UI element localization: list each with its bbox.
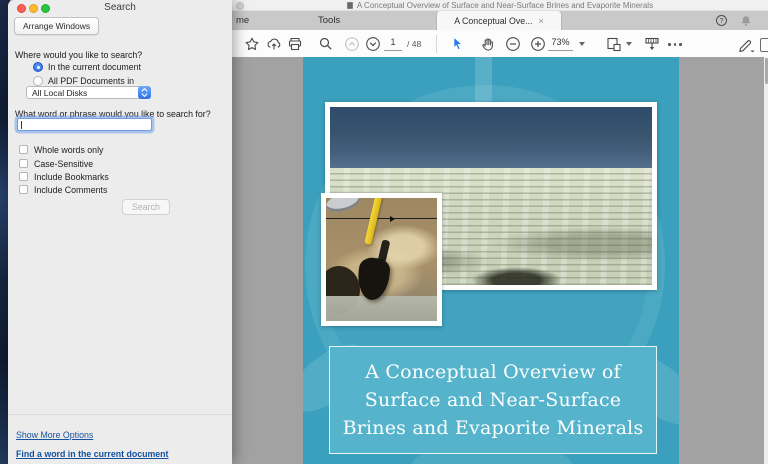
photo-shovel-handle bbox=[364, 198, 383, 245]
radio-all-pdf-label: All PDF Documents in bbox=[48, 76, 134, 86]
zoom-in-icon[interactable] bbox=[530, 36, 546, 52]
toolbar: 1 / 48 73% bbox=[232, 30, 768, 58]
search-window-titlebar[interactable]: Search bbox=[8, 0, 232, 14]
checkbox-icon[interactable] bbox=[19, 185, 28, 194]
find-word-link[interactable]: Find a word in the current document bbox=[16, 449, 169, 459]
checkbox-include-comments[interactable]: Include Comments bbox=[19, 184, 107, 195]
text-caret bbox=[21, 121, 22, 129]
search-input[interactable] bbox=[17, 118, 152, 131]
search-icon[interactable] bbox=[318, 36, 334, 52]
checkbox-label: Include Bookmarks bbox=[34, 172, 109, 182]
photo-boot bbox=[326, 198, 362, 215]
acrobat-window-title: A Conceptual Overview of Surface and Nea… bbox=[357, 1, 653, 10]
screen: Search Arrange Windows Where would you l… bbox=[0, 0, 768, 464]
share-icon-partial[interactable] bbox=[760, 38, 768, 52]
document-viewer[interactable]: A Conceptual Overview of Surface and Nea… bbox=[232, 57, 768, 464]
tab-tools[interactable]: Tools bbox=[318, 11, 340, 30]
radio-in-current-document[interactable]: In the current document bbox=[33, 61, 141, 72]
scrollbar-thumb[interactable] bbox=[765, 58, 768, 84]
favorite-star-icon[interactable] bbox=[244, 36, 260, 52]
tab-bar: me Tools A Conceptual Ove... × ? bbox=[232, 11, 768, 30]
radio-selected-icon[interactable] bbox=[33, 62, 43, 72]
zoom-dropdown-caret-icon[interactable] bbox=[579, 42, 585, 46]
pdf-page: A Conceptual Overview of Surface and Nea… bbox=[303, 57, 679, 464]
page-count-label: / 48 bbox=[407, 39, 421, 49]
zoom-level-value[interactable]: 73% bbox=[548, 37, 573, 51]
search-window-title: Search bbox=[8, 2, 232, 13]
select-tool-pointer-icon[interactable] bbox=[450, 36, 466, 52]
arrange-windows-button[interactable]: Arrange Windows bbox=[14, 17, 99, 35]
search-window: Search Arrange Windows Where would you l… bbox=[8, 0, 232, 464]
radio-unselected-icon[interactable] bbox=[33, 76, 43, 86]
show-more-options-link[interactable]: Show More Options bbox=[16, 430, 93, 440]
acrobat-titlebar[interactable]: A Conceptual Overview of Surface and Nea… bbox=[232, 0, 768, 11]
checkbox-label: Case-Sensitive bbox=[34, 159, 93, 169]
checkbox-label: Include Comments bbox=[34, 185, 107, 195]
toolbar-divider bbox=[436, 35, 437, 53]
page-fit-caret-icon[interactable] bbox=[626, 42, 632, 46]
next-page-icon[interactable] bbox=[365, 36, 381, 52]
print-icon[interactable] bbox=[287, 36, 303, 52]
cloud-upload-icon[interactable] bbox=[266, 36, 282, 52]
panel-divider bbox=[8, 414, 232, 415]
hand-tool-icon[interactable] bbox=[480, 36, 496, 52]
fill-and-sign-pen-icon[interactable] bbox=[738, 36, 754, 52]
checkbox-case-sensitive[interactable]: Case-Sensitive bbox=[19, 158, 93, 169]
checkbox-icon[interactable] bbox=[19, 172, 28, 181]
slide-title-box: A Conceptual Overview of Surface and Nea… bbox=[329, 346, 657, 454]
location-dropdown-value: All Local Disks bbox=[27, 88, 138, 98]
tab-document[interactable]: A Conceptual Ove... × bbox=[436, 11, 562, 30]
photo-measure-arrow bbox=[390, 216, 395, 222]
photo-sky bbox=[330, 107, 652, 168]
page-number-input[interactable]: 1 bbox=[384, 37, 402, 51]
scrolling-mode-icon[interactable] bbox=[644, 36, 660, 52]
tab-document-label: A Conceptual Ove... bbox=[454, 16, 532, 26]
checkbox-icon[interactable] bbox=[19, 145, 28, 154]
tab-close-icon[interactable]: × bbox=[538, 16, 543, 26]
page-fit-icon[interactable] bbox=[606, 36, 622, 52]
where-question-label: Where would you like to search? bbox=[15, 50, 142, 60]
acrobat-window: A Conceptual Overview of Surface and Nea… bbox=[232, 0, 768, 464]
radio-all-pdf-documents[interactable]: All PDF Documents in bbox=[33, 75, 134, 86]
checkbox-include-bookmarks[interactable]: Include Bookmarks bbox=[19, 171, 109, 182]
notifications-bell-icon[interactable] bbox=[740, 15, 752, 27]
more-tools-icon[interactable] bbox=[668, 43, 682, 46]
zoom-out-icon[interactable] bbox=[505, 36, 521, 52]
viewer-scrollbar[interactable] bbox=[764, 57, 768, 464]
previous-page-icon[interactable] bbox=[344, 36, 360, 52]
photo-brine-pool bbox=[326, 296, 437, 321]
slide-title-line: A Conceptual Overview of bbox=[365, 358, 621, 386]
dropdown-stepper-icon[interactable] bbox=[138, 86, 151, 99]
radio-current-label: In the current document bbox=[48, 62, 141, 72]
slide-title-line: Surface and Near-Surface bbox=[365, 386, 621, 414]
search-button[interactable]: Search bbox=[122, 199, 170, 215]
help-icon[interactable]: ? bbox=[716, 15, 727, 26]
location-dropdown[interactable]: All Local Disks bbox=[26, 86, 151, 99]
checkbox-label: Whole words only bbox=[34, 145, 103, 155]
tab-home-partial[interactable]: me bbox=[236, 11, 249, 30]
photo-shovel-blade bbox=[356, 256, 391, 301]
slide-title-line: Brines and Evaporite Minerals bbox=[343, 414, 644, 442]
document-proxy-icon bbox=[347, 2, 353, 9]
checkbox-whole-words[interactable]: Whole words only bbox=[19, 144, 103, 155]
checkbox-icon[interactable] bbox=[19, 159, 28, 168]
shovel-photo bbox=[321, 193, 442, 326]
photo-measure-line bbox=[326, 218, 437, 219]
